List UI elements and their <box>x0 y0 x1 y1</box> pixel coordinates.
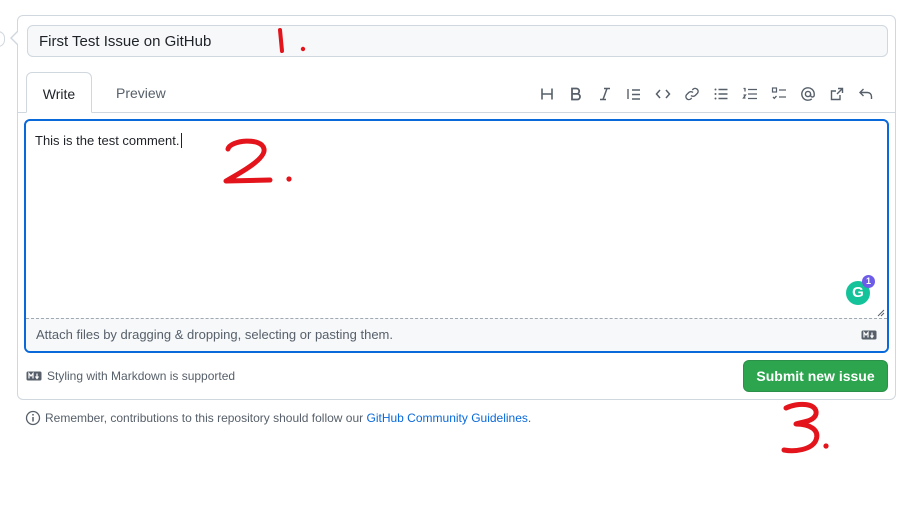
task-list-icon[interactable] <box>769 84 789 104</box>
submit-new-issue-button[interactable]: Submit new issue <box>743 360 888 392</box>
guidelines-suffix: . <box>527 411 532 425</box>
link-icon[interactable] <box>682 84 702 104</box>
text-cursor <box>180 133 182 148</box>
italic-icon[interactable] <box>595 84 615 104</box>
ordered-list-icon[interactable] <box>740 84 760 104</box>
comment-textarea[interactable]: This is the test comment. Attach files b… <box>24 119 889 353</box>
code-icon[interactable] <box>653 84 673 104</box>
info-icon <box>25 410 41 426</box>
comment-text: This is the test comment. <box>35 133 182 148</box>
cross-reference-icon[interactable] <box>827 84 847 104</box>
avatar-edge <box>0 31 5 47</box>
comment-caret-fill <box>12 31 19 45</box>
annotation-2-mark <box>223 138 292 184</box>
unordered-list-icon[interactable] <box>711 84 731 104</box>
attach-files-bar[interactable]: Attach files by dragging & dropping, sel… <box>26 318 887 351</box>
grammarly-badge: 1 <box>862 275 875 288</box>
resize-handle-icon[interactable] <box>877 309 885 317</box>
tab-write[interactable]: Write <box>26 72 92 113</box>
bold-icon[interactable] <box>566 84 586 104</box>
mention-icon[interactable] <box>798 84 818 104</box>
community-guidelines-link[interactable]: GitHub Community Guidelines <box>367 411 528 425</box>
quote-icon[interactable] <box>624 84 644 104</box>
editor-tabbar: Write Preview <box>18 72 895 113</box>
attach-files-text: Attach files by dragging & dropping, sel… <box>36 327 393 342</box>
annotation-3-mark <box>781 401 829 454</box>
markdown-note-text: Styling with Markdown is supported <box>47 369 236 383</box>
markdown-icon <box>861 330 877 340</box>
annotation-1-mark <box>278 28 306 53</box>
comment-text-value: This is the test comment. <box>35 133 180 148</box>
heading-icon[interactable] <box>537 84 557 104</box>
guidelines-prefix: Remember, contributions to this reposito… <box>45 411 367 425</box>
markdown-icon <box>26 371 42 381</box>
undo-icon[interactable] <box>856 84 876 104</box>
issue-title-input[interactable] <box>27 25 888 57</box>
guidelines-note: Remember, contributions to this reposito… <box>25 410 531 426</box>
markdown-note[interactable]: Styling with Markdown is supported <box>26 369 235 383</box>
tab-preview[interactable]: Preview <box>100 72 182 113</box>
